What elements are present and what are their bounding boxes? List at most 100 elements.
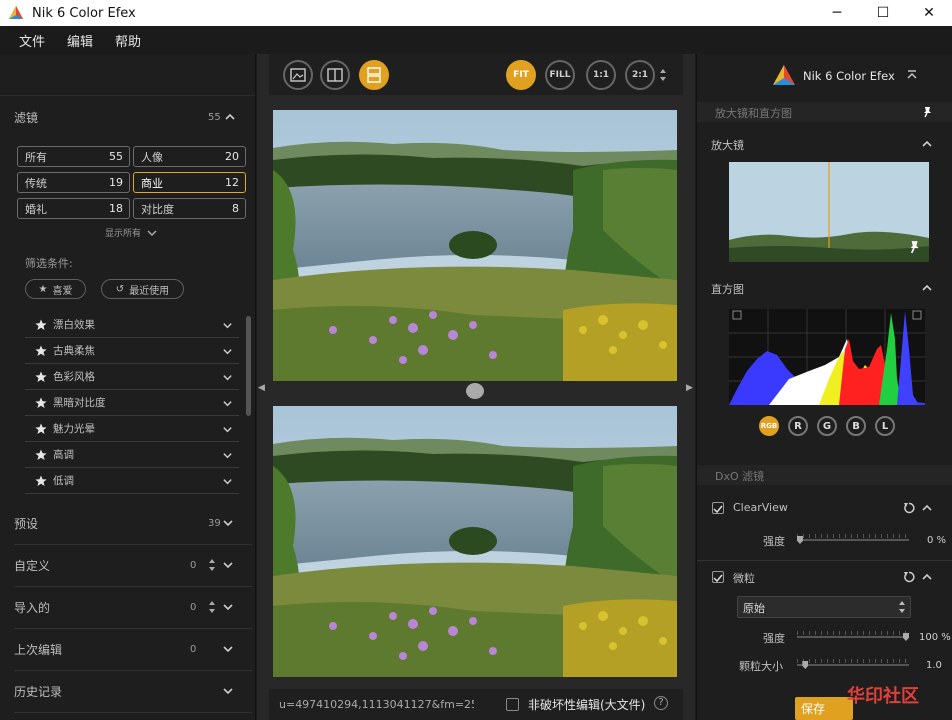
category-all-button[interactable]: 所有 55	[17, 146, 130, 167]
recent-filter-button[interactable]: ↺ 最近使用	[101, 279, 184, 299]
section-header[interactable]: 历史记录	[0, 682, 255, 700]
recent-label: 最近使用	[129, 285, 170, 297]
category-portrait-button[interactable]: 人像 20	[133, 146, 246, 167]
section-count: 0	[190, 601, 197, 613]
save-button[interactable]: 保存	[795, 697, 853, 720]
chevron-down-icon[interactable]	[222, 476, 233, 487]
zoom-1to1-button[interactable]: 1:1	[586, 60, 616, 90]
grain-size-slider[interactable]	[797, 659, 909, 671]
chevron-down-icon[interactable]	[222, 559, 234, 571]
category-label: 人像	[141, 150, 163, 164]
filter-list-item[interactable]: 高调	[25, 442, 239, 468]
filters-count: 55	[208, 111, 221, 123]
collapse-right-icon[interactable]: ▶	[686, 383, 696, 393]
filters-section-header[interactable]: 滤镜 55	[0, 108, 255, 126]
side-by-side-view-button[interactable]	[359, 60, 389, 90]
category-traditional-button[interactable]: 传统 19	[17, 172, 130, 193]
chevron-up-icon[interactable]	[921, 138, 933, 150]
section-header[interactable]: 导入的 0	[0, 598, 255, 616]
zoom-2to1-button[interactable]: 2:1	[625, 60, 655, 90]
zoom-fit-button[interactable]: FIT	[506, 60, 536, 90]
sort-arrows-icon[interactable]	[208, 600, 216, 614]
menu-help[interactable]: 帮助	[104, 31, 152, 50]
filter-list-item[interactable]: 古典柔焦	[25, 338, 239, 364]
reset-icon[interactable]	[903, 502, 915, 514]
status-bar: u=497410294,1113041127&fm=253... 非破坏性编辑(…	[269, 689, 683, 720]
channel-r-button[interactable]: R	[788, 416, 808, 436]
favorites-filter-button[interactable]: ★ 喜爱	[25, 279, 86, 299]
filter-list-item[interactable]: 漂白效果	[25, 312, 239, 338]
grain-preset-select[interactable]: 原始	[737, 596, 911, 618]
channel-b-button[interactable]: B	[846, 416, 866, 436]
menu-file[interactable]: 文件	[8, 31, 56, 50]
category-wedding-button[interactable]: 婚礼 18	[17, 198, 130, 219]
menu-edit[interactable]: 编辑	[56, 31, 104, 50]
chevron-down-icon[interactable]	[222, 346, 233, 357]
section-header[interactable]: 上次编辑 0	[0, 640, 255, 658]
star-icon[interactable]	[35, 371, 47, 383]
chevron-down-icon[interactable]	[222, 320, 233, 331]
nondestructive-checkbox[interactable]	[506, 698, 519, 711]
channel-rgb-button[interactable]: RGB	[759, 416, 779, 436]
channel-g-button[interactable]: G	[817, 416, 837, 436]
minimize-button[interactable]: ─	[814, 0, 860, 26]
pin-icon[interactable]	[907, 240, 921, 254]
chevron-down-icon[interactable]	[222, 450, 233, 461]
clearview-checkbox[interactable]	[712, 502, 724, 514]
pin-icon[interactable]	[921, 106, 933, 118]
chevron-down-icon[interactable]	[222, 372, 233, 383]
collapse-panel-icon[interactable]	[907, 70, 917, 80]
section-header[interactable]: 自定义 0	[0, 556, 255, 574]
filter-list-item[interactable]: 低调	[25, 468, 239, 494]
swap-views-icon[interactable]	[466, 383, 484, 399]
close-button[interactable]: ✕	[906, 0, 952, 26]
help-icon[interactable]: ?	[654, 696, 668, 710]
chevron-down-icon[interactable]	[222, 398, 233, 409]
chevron-up-icon[interactable]	[921, 571, 933, 583]
section-header[interactable]: 预设 39	[0, 514, 255, 532]
star-icon[interactable]	[35, 475, 47, 487]
star-icon[interactable]	[35, 319, 47, 331]
app-logo-icon	[9, 6, 23, 19]
filter-list-item[interactable]: 黑暗对比度	[25, 390, 239, 416]
chevron-up-icon[interactable]	[921, 502, 933, 514]
maximize-button[interactable]: ☐	[860, 0, 906, 26]
zoom-fill-button[interactable]: FILL	[545, 60, 575, 90]
category-commercial-button[interactable]: 商业 12	[133, 172, 246, 193]
loupe-preview[interactable]	[729, 162, 929, 262]
sort-arrows-icon[interactable]	[208, 558, 216, 572]
single-view-button[interactable]	[283, 60, 313, 90]
chevron-up-icon[interactable]	[921, 282, 933, 294]
grain-strength-slider[interactable]	[797, 631, 909, 643]
filter-list-item[interactable]: 色彩风格	[25, 364, 239, 390]
grain-preset-value: 原始	[743, 602, 765, 615]
star-icon[interactable]	[35, 397, 47, 409]
chevron-down-icon[interactable]	[222, 601, 234, 613]
collapse-left-icon[interactable]: ◀	[258, 383, 268, 393]
filter-list-item[interactable]: 魅力光晕	[25, 416, 239, 442]
filter-list-scrollbar[interactable]	[246, 316, 251, 416]
category-contrast-button[interactable]: 对比度 8	[133, 198, 246, 219]
filter-name: 古典柔焦	[53, 345, 95, 357]
chevron-down-icon[interactable]	[222, 643, 234, 655]
zoom-stepper-icon[interactable]	[659, 67, 667, 83]
right-panel: Nik 6 Color Efex 放大镜和直方图 放大镜 直方图 RGB R G…	[696, 54, 952, 720]
preview-before-image[interactable]	[273, 110, 677, 381]
channel-l-button[interactable]: L	[875, 416, 895, 436]
reset-icon[interactable]	[903, 571, 915, 583]
split-view-button[interactable]	[320, 60, 350, 90]
star-icon[interactable]	[35, 449, 47, 461]
chevron-up-icon[interactable]	[224, 111, 236, 123]
show-all-link[interactable]: 显示所有	[105, 226, 157, 239]
preview-after-image[interactable]	[273, 406, 677, 677]
chevron-down-icon[interactable]	[222, 424, 233, 435]
star-icon[interactable]	[35, 345, 47, 357]
clearview-strength-slider[interactable]	[797, 534, 909, 546]
grain-checkbox[interactable]	[712, 571, 724, 583]
loupe-histogram-section-header: 放大镜和直方图	[697, 102, 952, 122]
category-count: 20	[225, 150, 239, 163]
chevron-down-icon[interactable]	[222, 685, 234, 697]
star-icon[interactable]	[35, 423, 47, 435]
divider	[14, 628, 252, 629]
chevron-down-icon[interactable]	[222, 517, 234, 529]
